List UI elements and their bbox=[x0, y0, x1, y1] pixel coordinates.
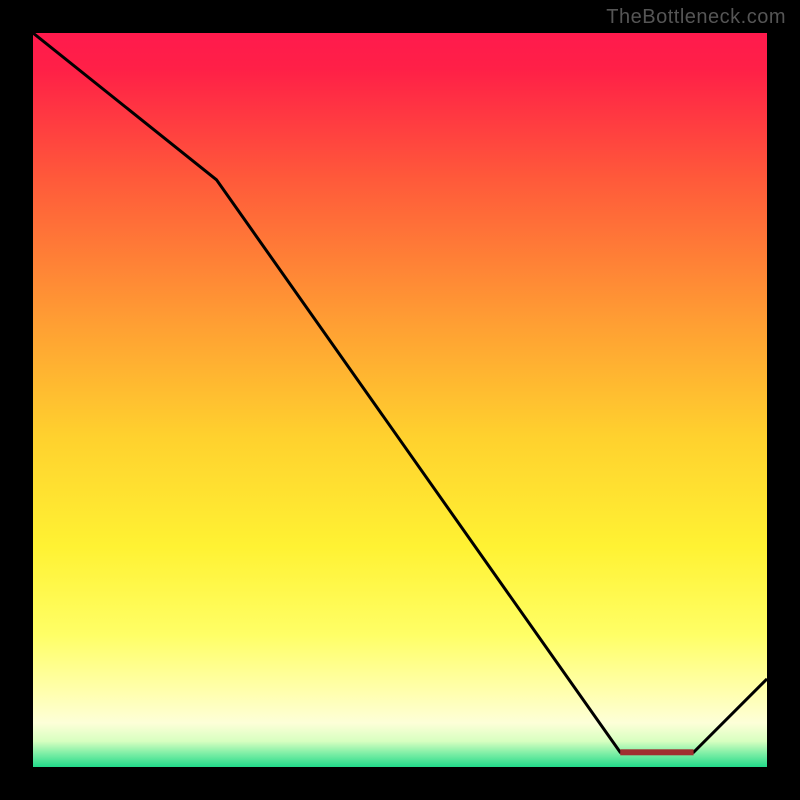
chart-frame: TheBottleneck.com bbox=[0, 0, 800, 800]
chart-line bbox=[33, 33, 767, 767]
watermark-text: TheBottleneck.com bbox=[606, 6, 786, 29]
plot-area bbox=[33, 33, 767, 767]
